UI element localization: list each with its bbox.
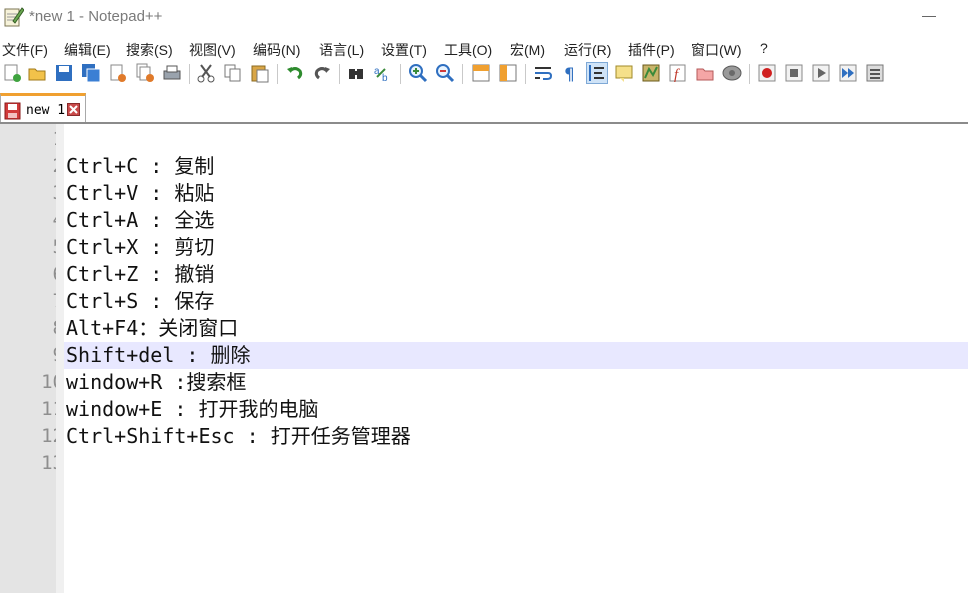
close-icon[interactable] bbox=[108, 63, 128, 83]
line-number-gutter: 12345678910111213 bbox=[0, 124, 64, 593]
replace-icon[interactable]: ab bbox=[373, 63, 393, 83]
save-all-icon[interactable] bbox=[81, 63, 101, 83]
minimize-button[interactable] bbox=[922, 16, 936, 17]
tab-close-icon[interactable] bbox=[67, 103, 80, 116]
unsaved-file-icon bbox=[4, 102, 22, 125]
zoom-in-icon[interactable] bbox=[408, 63, 428, 83]
code-line[interactable]: Ctrl+Shift+Esc : 打开任务管理器 bbox=[66, 423, 411, 450]
code-line[interactable]: Ctrl+X : 剪切 bbox=[66, 234, 214, 261]
tab-bar: new 1 bbox=[0, 90, 968, 124]
editor-area[interactable]: 12345678910111213 Ctrl+C : 复制Ctrl+V : 粘贴… bbox=[0, 124, 968, 593]
title-bar[interactable]: *new 1 - Notepad++ bbox=[0, 0, 968, 36]
sync-horizontal-icon[interactable] bbox=[498, 63, 518, 83]
code-line[interactable]: Ctrl+C : 复制 bbox=[66, 153, 214, 180]
window-title: *new 1 - Notepad++ bbox=[29, 8, 163, 25]
code-line[interactable]: window+E : 打开我的电脑 bbox=[66, 396, 318, 423]
menu-encoding[interactable]: 编码(N) bbox=[253, 40, 300, 60]
save-macro-icon[interactable] bbox=[865, 63, 885, 83]
monitoring-icon[interactable] bbox=[722, 63, 742, 83]
menu-edit[interactable]: 编辑(E) bbox=[64, 40, 111, 60]
fold-margin[interactable] bbox=[56, 124, 64, 593]
menu-file[interactable]: 文件(F) bbox=[2, 40, 48, 60]
menu-settings[interactable]: 设置(T) bbox=[381, 40, 427, 60]
close-all-icon[interactable] bbox=[135, 63, 155, 83]
print-icon[interactable] bbox=[162, 63, 182, 83]
stop-record-icon[interactable] bbox=[784, 63, 804, 83]
svg-text:b: b bbox=[382, 73, 388, 83]
code-line[interactable]: Ctrl+V : 粘贴 bbox=[66, 180, 214, 207]
find-icon[interactable] bbox=[346, 63, 366, 83]
tab-label: new 1 bbox=[26, 103, 66, 118]
menu-view[interactable]: 视图(V) bbox=[189, 40, 236, 60]
code-line[interactable]: Ctrl+S : 保存 bbox=[66, 288, 214, 315]
code-line[interactable]: Ctrl+A : 全选 bbox=[66, 207, 214, 234]
tab-new-1[interactable]: new 1 bbox=[0, 93, 86, 122]
menu-plugins[interactable]: 插件(P) bbox=[628, 40, 675, 60]
new-file-icon[interactable] bbox=[2, 63, 22, 83]
menu-help[interactable]: ? bbox=[760, 40, 768, 56]
document-map-icon[interactable] bbox=[641, 63, 661, 83]
function-list-icon[interactable]: f bbox=[668, 63, 688, 83]
code-line[interactable]: Shift+del : 删除 bbox=[66, 342, 251, 369]
code-line[interactable]: Ctrl+Z : 撤销 bbox=[66, 261, 214, 288]
user-defined-language-icon[interactable] bbox=[614, 63, 634, 83]
sync-vertical-icon[interactable] bbox=[471, 63, 491, 83]
menu-macro[interactable]: 宏(M) bbox=[510, 40, 545, 60]
paste-icon[interactable] bbox=[250, 63, 270, 83]
zoom-out-icon[interactable] bbox=[435, 63, 455, 83]
run-macro-multiple-icon[interactable] bbox=[838, 63, 858, 83]
folder-as-workspace-icon[interactable] bbox=[695, 63, 715, 83]
menu-language[interactable]: 语言(L) bbox=[319, 40, 364, 60]
redo-icon[interactable] bbox=[312, 63, 332, 83]
open-file-icon[interactable] bbox=[27, 63, 47, 83]
show-all-characters-icon[interactable]: ¶ bbox=[560, 63, 580, 83]
code-line[interactable]: Alt+F4：关闭窗口 bbox=[66, 315, 238, 342]
undo-icon[interactable] bbox=[285, 63, 305, 83]
play-macro-icon[interactable] bbox=[811, 63, 831, 83]
notepad-app-icon bbox=[4, 6, 25, 28]
code-line[interactable]: window+R :搜索框 bbox=[66, 369, 246, 396]
save-icon[interactable] bbox=[54, 63, 74, 83]
menu-run[interactable]: 运行(R) bbox=[564, 40, 611, 60]
toolbar: ab ¶ f bbox=[0, 61, 968, 88]
menu-search[interactable]: 搜索(S) bbox=[126, 40, 173, 60]
copy-icon[interactable] bbox=[223, 63, 243, 83]
menu-tools[interactable]: 工具(O) bbox=[444, 40, 492, 60]
record-macro-icon[interactable] bbox=[757, 63, 777, 83]
svg-text:¶: ¶ bbox=[564, 65, 575, 83]
menu-bar: 文件(F) 编辑(E) 搜索(S) 视图(V) 编码(N) 语言(L) 设置(T… bbox=[0, 37, 968, 60]
menu-window[interactable]: 窗口(W) bbox=[691, 40, 742, 60]
cut-icon[interactable] bbox=[196, 63, 216, 83]
indent-guide-icon[interactable] bbox=[586, 62, 608, 84]
word-wrap-icon[interactable] bbox=[533, 63, 553, 83]
